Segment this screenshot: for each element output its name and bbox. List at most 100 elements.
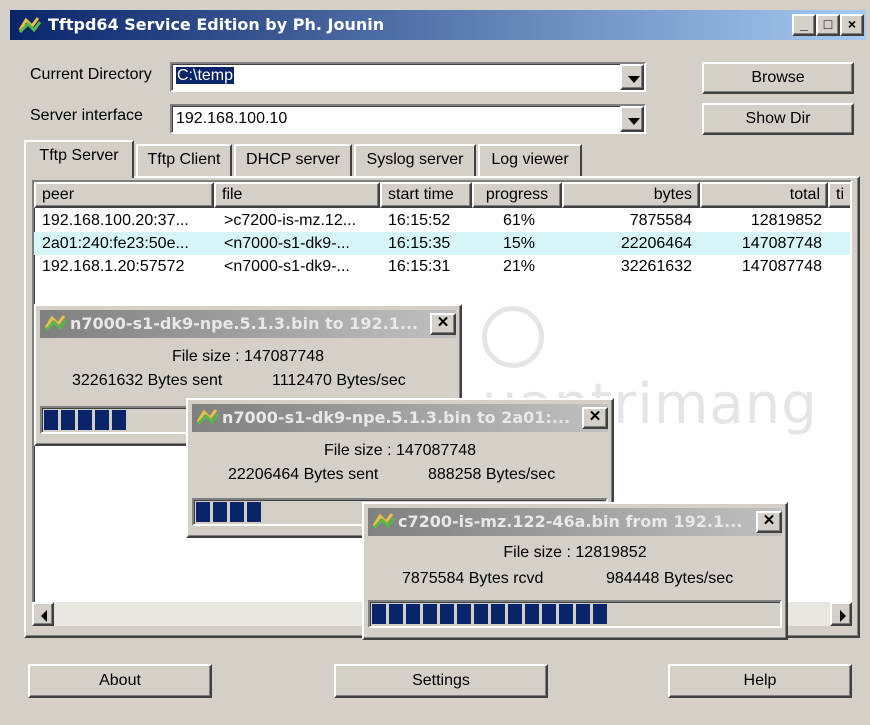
help-button[interactable]: Help: [668, 664, 852, 698]
settings-button[interactable]: Settings: [334, 664, 548, 698]
about-button[interactable]: About: [28, 664, 212, 698]
table-row[interactable]: 192.168.1.20:57572 <n7000-s1-dk9-... 16:…: [34, 255, 850, 278]
progress-block: [457, 604, 471, 624]
column-header-total[interactable]: total: [700, 182, 828, 208]
scroll-left-button[interactable]: [32, 602, 54, 626]
window-title: Tftpd64 Service Edition by Ph. Jounin: [48, 15, 385, 34]
current-directory-value: C:\temp: [176, 67, 235, 84]
cell-progress: 61%: [502, 212, 536, 229]
cell-file: <n7000-s1-dk9-...: [224, 258, 350, 275]
dialog-title-bar[interactable]: n7000-s1-dk9-npe.5.1.3.bin to 2a01:... ✕: [192, 404, 608, 432]
dialog-close-button[interactable]: ✕: [430, 313, 456, 335]
title-bar[interactable]: Tftpd64 Service Edition by Ph. Jounin _ …: [10, 10, 866, 40]
dialog-title: c7200-is-mz.122-46a.bin from 192.1...: [398, 512, 743, 531]
file-size-text: File size : 147087748: [171, 348, 325, 365]
show-dir-button[interactable]: Show Dir: [702, 103, 854, 135]
progress-block: [474, 604, 488, 624]
progress-block: [525, 604, 539, 624]
transfer-progress-bar: [368, 600, 782, 628]
table-row[interactable]: 2a01:240:fe23:50e... <n7000-s1-dk9-... 1…: [34, 232, 850, 255]
progress-block: [423, 604, 437, 624]
server-interface-dropdown-button[interactable]: [620, 106, 644, 132]
dialog-title-bar[interactable]: c7200-is-mz.122-46a.bin from 192.1... ✕: [368, 508, 782, 536]
progress-block: [213, 502, 227, 522]
progress-block: [542, 604, 556, 624]
column-header-peer[interactable]: peer: [34, 182, 214, 208]
transfer-dialog[interactable]: c7200-is-mz.122-46a.bin from 192.1... ✕ …: [362, 502, 788, 640]
cell-file: >c7200-is-mz.12...: [224, 212, 357, 229]
progress-block: [95, 410, 109, 430]
cell-peer: 2a01:240:fe23:50e...: [42, 235, 189, 252]
bytes-transferred-text: 32261632 Bytes sent: [72, 372, 223, 389]
progress-block: [372, 604, 386, 624]
cell-file: <n7000-s1-dk9-...: [224, 235, 350, 252]
cell-start-time: 16:15:35: [388, 235, 451, 252]
cell-bytes: 22206464: [620, 235, 692, 252]
dialog-title: n7000-s1-dk9-npe.5.1.3.bin to 2a01:...: [222, 408, 571, 427]
dialog-close-button[interactable]: ✕: [582, 407, 608, 429]
server-interface-combo[interactable]: 192.168.100.10: [170, 104, 646, 134]
cell-total: 12819852: [750, 212, 822, 229]
progress-block: [406, 604, 420, 624]
transfer-rate-text: 1112470 Bytes/sec: [272, 372, 406, 389]
column-header-start-time[interactable]: start time: [380, 182, 472, 208]
scroll-right-button[interactable]: [830, 602, 852, 626]
cell-peer: 192.168.100.20:37...: [42, 212, 189, 229]
cell-total: 147087748: [741, 258, 822, 275]
progress-block: [196, 502, 210, 522]
cell-start-time: 16:15:31: [388, 258, 451, 275]
current-directory-dropdown-button[interactable]: [620, 64, 644, 90]
file-size-text: File size : 12819852: [503, 544, 647, 561]
current-directory-combo[interactable]: C:\temp: [170, 62, 646, 92]
progress-block: [508, 604, 522, 624]
cell-bytes: 32261632: [620, 258, 692, 275]
tab-tftp-server[interactable]: Tftp Server: [24, 140, 134, 178]
cell-progress: 15%: [502, 235, 536, 252]
tftpd-app-icon: [18, 17, 42, 34]
bytes-transferred-text: 22206464 Bytes sent: [228, 466, 379, 483]
file-size-text: File size : 147087748: [323, 442, 477, 459]
progress-block: [440, 604, 454, 624]
transfer-rate-text: 984448 Bytes/sec: [606, 570, 734, 587]
cell-bytes: 7875584: [629, 212, 692, 229]
column-header-file[interactable]: file: [214, 182, 380, 208]
cell-progress: 21%: [502, 258, 536, 275]
column-header-progress[interactable]: progress: [472, 182, 562, 208]
chevron-down-icon: [628, 76, 640, 83]
progress-block: [389, 604, 403, 624]
cell-peer: 192.168.1.20:57572: [42, 258, 185, 275]
chevron-down-icon: [628, 118, 640, 125]
tab-tftp-client[interactable]: Tftp Client: [136, 144, 232, 176]
progress-block: [491, 604, 505, 624]
arrow-right-icon: [840, 610, 846, 622]
close-button[interactable]: ×: [840, 14, 864, 36]
progress-block: [112, 410, 126, 430]
progress-block: [559, 604, 573, 624]
progress-block: [593, 604, 607, 624]
browse-button[interactable]: Browse: [702, 62, 854, 94]
dialog-title: n7000-s1-dk9-npe.5.1.3.bin to 192.1...: [70, 314, 419, 333]
tftpd-transfer-icon: [44, 315, 68, 332]
progress-block: [576, 604, 590, 624]
maximize-button[interactable]: □: [816, 14, 840, 36]
progress-block: [44, 410, 58, 430]
progress-block: [61, 410, 75, 430]
server-interface-label: Server interface: [30, 107, 143, 124]
tab-log-viewer[interactable]: Log viewer: [478, 144, 582, 176]
dialog-close-button[interactable]: ✕: [756, 511, 782, 533]
current-directory-label: Current Directory: [30, 66, 152, 83]
dialog-title-bar[interactable]: n7000-s1-dk9-npe.5.1.3.bin to 192.1... ✕: [40, 310, 456, 338]
column-header-bytes[interactable]: bytes: [562, 182, 700, 208]
column-header-time[interactable]: ti: [828, 182, 850, 208]
server-interface-value: 192.168.100.10: [176, 110, 288, 127]
transfer-rate-text: 888258 Bytes/sec: [428, 466, 556, 483]
tab-dhcp-server[interactable]: DHCP server: [234, 144, 352, 176]
tftpd-transfer-icon: [372, 513, 396, 530]
arrow-left-icon: [41, 610, 47, 622]
tab-syslog-server[interactable]: Syslog server: [354, 144, 476, 176]
tftpd-transfer-icon: [196, 409, 220, 426]
minimize-button[interactable]: _: [792, 14, 816, 36]
progress-block: [78, 410, 92, 430]
progress-block: [230, 502, 244, 522]
table-row[interactable]: 192.168.100.20:37... >c7200-is-mz.12... …: [34, 209, 850, 232]
